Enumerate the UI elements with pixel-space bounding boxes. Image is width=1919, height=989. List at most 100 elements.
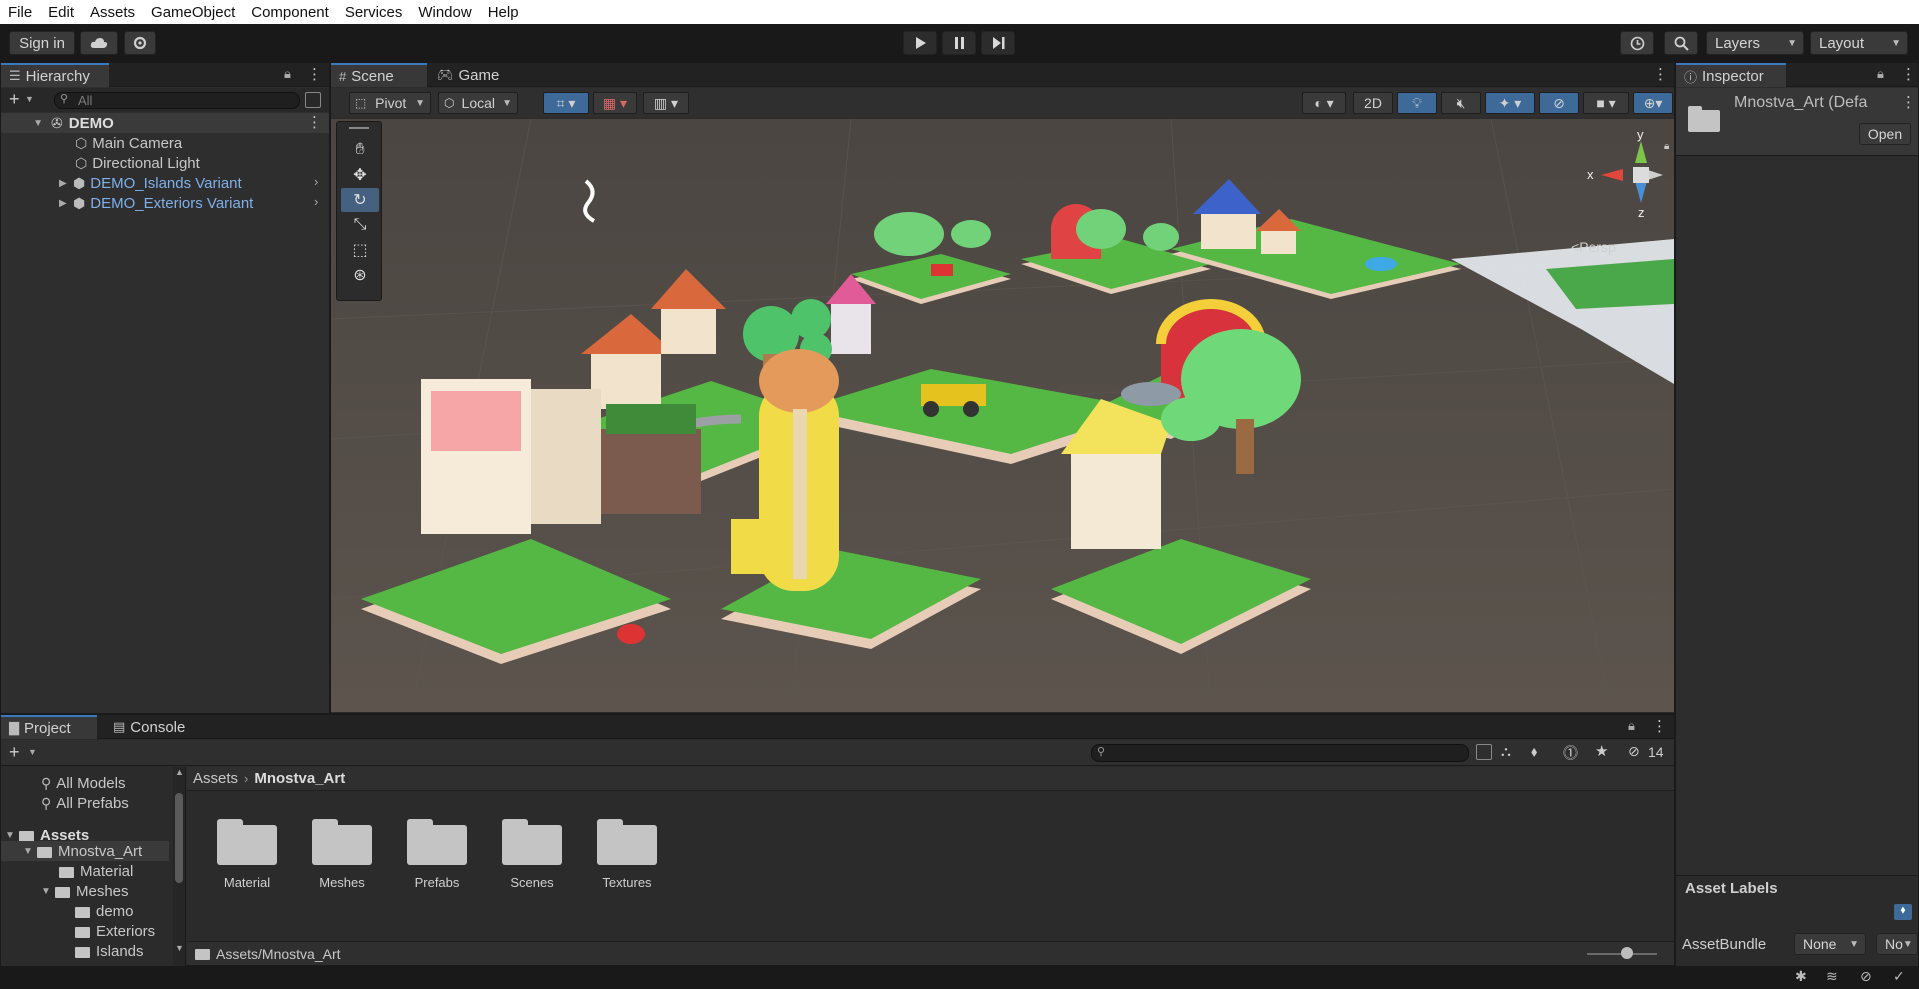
variant-dropdown[interactable]: No ▼ bbox=[1876, 933, 1918, 955]
menu-edit[interactable]: Edit bbox=[40, 4, 82, 21]
icon-size-slider-thumb[interactable] bbox=[1621, 947, 1633, 959]
menu-window[interactable]: Window bbox=[410, 4, 479, 21]
hierarchy-item[interactable]: ⬡ Main Camera bbox=[75, 133, 182, 153]
tree-item[interactable]: Islands bbox=[75, 941, 144, 961]
scene-row[interactable]: ▼ ✇ DEMO ⋮ bbox=[1, 113, 329, 133]
menu-services[interactable]: Services bbox=[337, 4, 411, 21]
tree-item-selected[interactable]: ▼ Mnostva_Art bbox=[1, 841, 169, 861]
tree-scrollbar[interactable]: ▲ ▼ bbox=[173, 767, 185, 967]
folder-item[interactable]: Material bbox=[207, 817, 287, 890]
expand-icon[interactable]: ▶ bbox=[59, 178, 73, 189]
scroll-down-icon[interactable]: ▼ bbox=[175, 943, 184, 953]
tree-item[interactable]: Material bbox=[59, 861, 133, 881]
expand-icon[interactable]: ▼ bbox=[41, 886, 55, 897]
lock-icon[interactable]: 🔒︎ bbox=[1877, 66, 1884, 82]
layers-dropdown[interactable]: Layers ▼ bbox=[1706, 31, 1804, 55]
menu-file[interactable]: File bbox=[0, 4, 40, 21]
history-icon[interactable] bbox=[1620, 31, 1654, 55]
transform-tool-icon[interactable]: ⊛ bbox=[341, 263, 379, 287]
tab-game[interactable]: 🎮︎ Game bbox=[429, 63, 509, 87]
cloud-icon[interactable] bbox=[80, 31, 118, 55]
hierarchy-item[interactable]: ▶ ⬢ DEMO_Exteriors Variant › bbox=[59, 193, 329, 213]
tab-inspector[interactable]: ⓘ Inspector bbox=[1676, 63, 1786, 87]
scene-viewport[interactable]: ✋︎ ✥ ↻ ⤡ ⬚ ⊛ y x z 🔒︎ <Persp bbox=[331, 119, 1674, 712]
tag-icon[interactable]: ⬧ bbox=[1894, 904, 1912, 920]
hierarchy-item[interactable]: ⬡ Directional Light bbox=[75, 153, 200, 173]
network-icon[interactable]: ⊘ bbox=[1860, 968, 1872, 985]
lock-icon[interactable]: 🔒︎ bbox=[1628, 718, 1635, 734]
favorite-item[interactable]: ⚲ All Models bbox=[41, 773, 125, 793]
expand-icon[interactable]: ▶ bbox=[59, 198, 73, 209]
lighting-toggle[interactable]: 💡︎ bbox=[1397, 92, 1437, 114]
filter-by-type-icon[interactable]: ⛬ bbox=[1501, 743, 1511, 760]
persp-label[interactable]: <Persp bbox=[1571, 239, 1616, 255]
breadcrumb-current[interactable]: Mnostva_Art bbox=[254, 770, 345, 787]
menu-component[interactable]: Component bbox=[243, 4, 337, 21]
rect-tool-icon[interactable]: ⬚ bbox=[341, 238, 379, 262]
menu-assets[interactable]: Assets bbox=[82, 4, 143, 21]
menu-help[interactable]: Help bbox=[480, 4, 527, 21]
tree-item[interactable]: Exteriors bbox=[75, 921, 155, 941]
favorite-item[interactable]: ⚲ All Prefabs bbox=[41, 793, 129, 813]
drag-handle[interactable] bbox=[349, 127, 369, 129]
hidden-packages-icon[interactable]: ⊘ bbox=[1628, 743, 1640, 760]
pause-icon[interactable] bbox=[942, 31, 976, 55]
folder-item[interactable]: Prefabs bbox=[397, 817, 477, 890]
add-icon[interactable]: + bbox=[9, 89, 20, 110]
step-icon[interactable] bbox=[981, 31, 1015, 55]
expand-icon[interactable]: ▼ bbox=[1, 118, 43, 129]
folder-item[interactable]: Textures bbox=[587, 817, 667, 890]
tree-item[interactable]: demo bbox=[75, 901, 134, 921]
lock-icon[interactable]: 🔒︎ bbox=[284, 66, 291, 82]
expand-icon[interactable]: ▼ bbox=[23, 846, 37, 857]
folder-item[interactable]: Scenes bbox=[492, 817, 572, 890]
chevron-down-icon[interactable]: ▼ bbox=[25, 94, 34, 104]
scale-tool-icon[interactable]: ⤡ bbox=[341, 213, 379, 237]
hand-tool-icon[interactable]: ✋︎ bbox=[341, 138, 379, 162]
audio-toggle[interactable]: 🔇︎ bbox=[1441, 92, 1481, 114]
rotate-tool-icon[interactable]: ↻ bbox=[341, 188, 379, 212]
label-icon[interactable]: ⬧ bbox=[1531, 743, 1537, 760]
stack-icon[interactable]: ≋ bbox=[1826, 968, 1838, 985]
chevron-right-icon[interactable]: › bbox=[314, 174, 318, 189]
scrollbar-thumb[interactable] bbox=[175, 793, 183, 883]
orientation-gizmo[interactable]: y x z 🔒︎ bbox=[1571, 127, 1671, 229]
kebab-menu-icon[interactable]: ⋮ bbox=[1652, 717, 1667, 735]
expand-icon[interactable]: ▼ bbox=[5, 830, 19, 841]
gear-icon[interactable] bbox=[124, 31, 156, 55]
tree-item[interactable]: ▼ Meshes bbox=[41, 881, 129, 901]
kebab-menu-icon[interactable]: ⋮ bbox=[1901, 65, 1916, 83]
star-icon[interactable]: ★ bbox=[1595, 742, 1608, 760]
effects-dropdown[interactable]: ✦ ▾ bbox=[1485, 92, 1535, 114]
chevron-right-icon[interactable]: › bbox=[314, 194, 318, 209]
search-icon[interactable] bbox=[1664, 31, 1698, 55]
tab-console[interactable]: ▤ Console bbox=[105, 715, 205, 739]
camera-dropdown[interactable]: ■ ▾ bbox=[1583, 92, 1629, 114]
local-dropdown[interactable]: ⬡ Local ▼ bbox=[438, 92, 518, 114]
tab-hierarchy[interactable]: ☰ Hierarchy bbox=[1, 63, 109, 87]
layout-dropdown[interactable]: Layout ▼ bbox=[1810, 31, 1908, 55]
snap-increment-toggle[interactable]: ▦ ▾ bbox=[593, 92, 637, 114]
hierarchy-search-input[interactable]: ⚲ All bbox=[54, 92, 300, 109]
open-button[interactable]: Open bbox=[1859, 123, 1911, 145]
gizmos-dropdown[interactable]: ⊕▾ bbox=[1633, 92, 1673, 114]
hierarchy-item[interactable]: ▶ ⬢ DEMO_Islands Variant › bbox=[59, 173, 329, 193]
chevron-down-icon[interactable]: ▼ bbox=[28, 747, 37, 757]
warning-icon[interactable]: ⓵ bbox=[1563, 742, 1578, 763]
grid-snap-toggle[interactable]: ⌗ ▾ bbox=[543, 92, 589, 114]
bug-icon[interactable]: ✱ bbox=[1795, 968, 1807, 985]
pivot-dropdown[interactable]: ⬚ Pivot ▼ bbox=[349, 92, 431, 114]
search-options-icon[interactable] bbox=[1476, 744, 1492, 760]
project-search-input[interactable]: ⚲ bbox=[1091, 744, 1469, 762]
menu-gameobject[interactable]: GameObject bbox=[143, 4, 243, 21]
tab-project[interactable]: ▇ Project bbox=[1, 715, 97, 739]
assetbundle-dropdown[interactable]: None ▼ bbox=[1794, 933, 1866, 955]
scroll-up-icon[interactable]: ▲ bbox=[175, 767, 184, 777]
kebab-menu-icon[interactable]: ⋮ bbox=[1653, 65, 1668, 83]
shading-mode-dropdown[interactable]: ◐ ▾ bbox=[1302, 92, 1346, 114]
search-options-icon[interactable] bbox=[305, 92, 321, 108]
tab-scene[interactable]: # Scene bbox=[331, 63, 427, 87]
scene-visibility-toggle[interactable]: ⊘ bbox=[1539, 92, 1579, 114]
lock-icon[interactable]: 🔒︎ bbox=[1664, 141, 1669, 152]
folder-item[interactable]: Meshes bbox=[302, 817, 382, 890]
